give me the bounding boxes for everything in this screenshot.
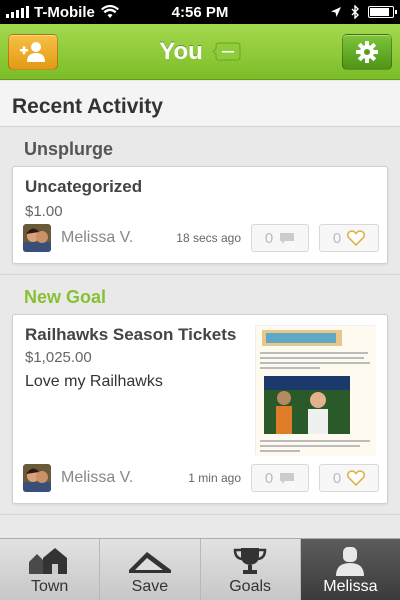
section-title-new-goal: New Goal (24, 287, 107, 307)
like-count: 0 (332, 229, 342, 247)
divider (0, 514, 400, 515)
add-friend-button[interactable] (8, 34, 58, 70)
goal-title: Railhawks Season Tickets (25, 325, 237, 344)
page-title: You (159, 37, 203, 65)
card-category: Uncategorized (25, 177, 143, 196)
goal-amount: $1,025.00 (25, 349, 92, 366)
activity-feed: Recent Activity Unsplurge Uncategorized … (0, 81, 400, 538)
comment-count: 0 (264, 469, 274, 487)
tab-save[interactable]: Save (100, 539, 201, 600)
comment-icon (280, 472, 295, 484)
recent-activity-header: Recent Activity (0, 81, 400, 127)
comment-button[interactable]: 0 (251, 224, 309, 252)
wifi-icon (100, 5, 119, 18)
trophy-icon (233, 548, 267, 574)
activity-card[interactable]: Uncategorized $1.00 Melissa V. 18 secs a… (12, 166, 388, 264)
heart-icon (347, 230, 366, 246)
card-amount: $1.00 (25, 203, 63, 220)
comment-count: 0 (264, 229, 274, 247)
bluetooth-icon (351, 5, 359, 19)
settings-button[interactable] (342, 34, 392, 70)
section-title-unsplurge: Unsplurge (24, 139, 114, 159)
battery-icon (368, 6, 397, 18)
gear-icon (356, 41, 378, 63)
location-arrow-icon (331, 7, 341, 17)
user-name[interactable]: Melissa V. (61, 469, 133, 487)
tab-profile[interactable]: Melissa (300, 539, 400, 600)
carrier-name: T-Mobile (34, 3, 95, 21)
add-person-icon (20, 42, 45, 62)
heart-icon (347, 470, 366, 486)
speech-bubble-icon (212, 42, 241, 60)
goal-card[interactable]: Railhawks Season Tickets $1,025.00 Love … (12, 314, 388, 504)
tab-goals[interactable]: Goals (201, 539, 301, 600)
signal-icon (6, 6, 29, 18)
nav-bar: You (0, 24, 400, 80)
tab-bar: Town Save Goals Melissa (0, 538, 400, 600)
user-name[interactable]: Melissa V. (61, 229, 133, 247)
status-bar: T-Mobile 4:56 PM (0, 0, 400, 24)
tab-label-profile: Melissa (323, 578, 378, 595)
save-icon (128, 552, 171, 573)
timestamp: 18 secs ago (176, 231, 241, 245)
tab-label-goals: Goals (229, 578, 272, 595)
comment-icon (280, 232, 295, 244)
tab-label-save: Save (131, 578, 169, 595)
goal-note: Love my Railhawks (25, 373, 163, 390)
tab-label-town: Town (30, 578, 69, 595)
timestamp: 1 min ago (188, 471, 241, 485)
avatar[interactable] (23, 224, 51, 252)
tab-town[interactable]: Town (0, 539, 101, 600)
like-count: 0 (332, 469, 342, 487)
comment-button[interactable]: 0 (251, 464, 309, 492)
goal-photo[interactable] (255, 325, 376, 456)
avatar[interactable] (23, 464, 51, 492)
like-button[interactable]: 0 (319, 464, 379, 492)
like-button[interactable]: 0 (319, 224, 379, 252)
person-icon (336, 547, 365, 576)
town-icon (28, 548, 67, 574)
